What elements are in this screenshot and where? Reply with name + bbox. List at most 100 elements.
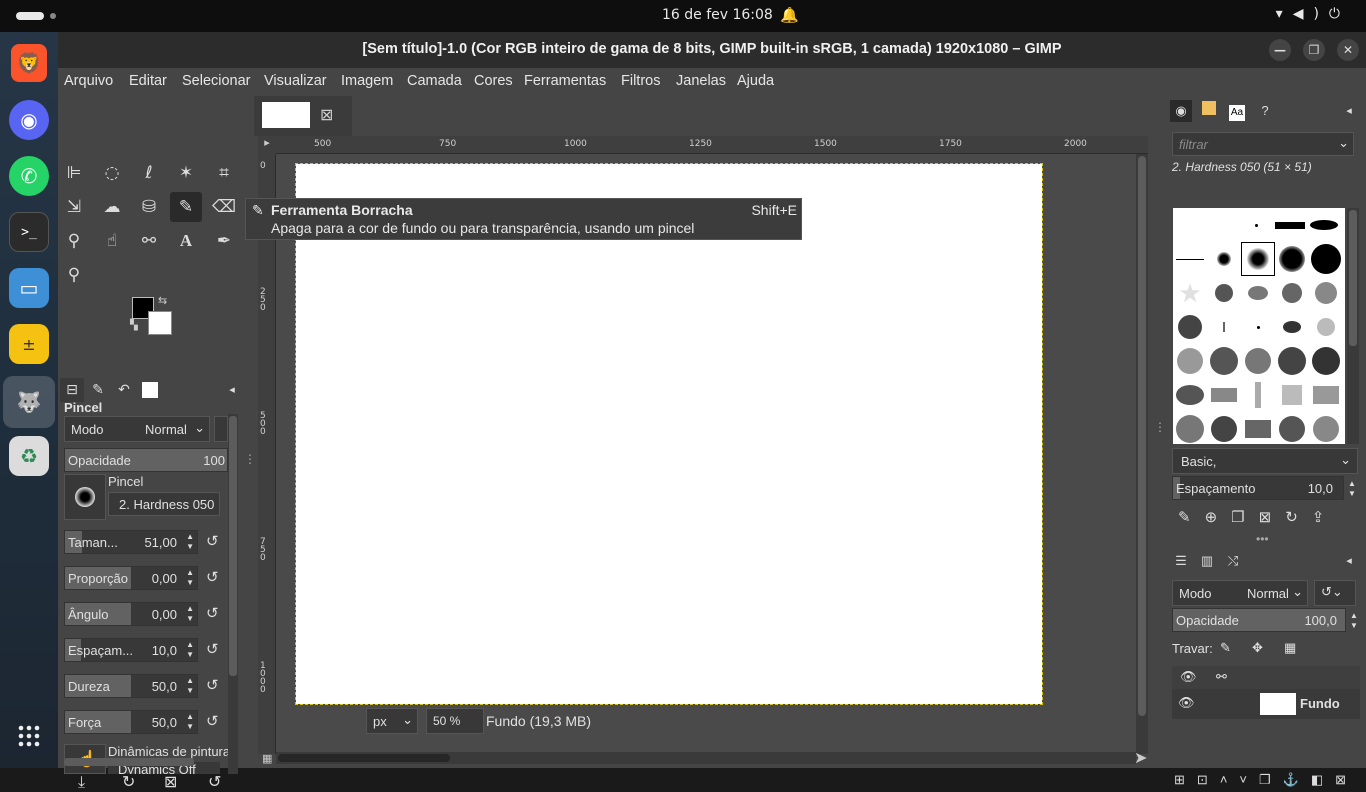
menu-imagem[interactable]: Imagem <box>341 73 393 89</box>
delete-brush-icon[interactable]: ⊠ <box>1259 509 1286 526</box>
horizontal-ruler[interactable]: 500 750 1000 1250 1500 1750 2000 <box>276 136 1148 154</box>
brush-item[interactable] <box>1209 346 1239 376</box>
mode-dropdown[interactable]: Modo Normal ⌄ <box>64 416 210 442</box>
layer-composite-button[interactable]: ↺⌄ <box>1314 580 1356 606</box>
mode-extra-button[interactable] <box>214 416 228 442</box>
brush-item[interactable] <box>1175 380 1205 410</box>
brush-item[interactable] <box>1277 414 1307 444</box>
menu-camada[interactable]: Camada <box>407 73 462 89</box>
brush-filter-input[interactable]: filtrar ⌄ <box>1172 132 1354 156</box>
save-preset-icon[interactable]: ⤓ <box>78 772 85 792</box>
brush-item[interactable] <box>1311 414 1341 444</box>
power-icon[interactable]: ⏻ <box>1329 6 1350 22</box>
brush-item-selected[interactable] <box>1241 242 1275 276</box>
tool-options-scrollbar[interactable] <box>228 414 238 774</box>
brush-item[interactable] <box>1275 210 1305 240</box>
new-group-icon[interactable]: ⊡ <box>1197 772 1220 787</box>
layers-tab-icon[interactable]: ☰ <box>1170 550 1192 572</box>
device-status-tab-icon[interactable]: ✎ <box>86 378 110 402</box>
paintbrush-tool-icon[interactable]: ✎ <box>170 192 202 222</box>
tool-options-hscrollbar[interactable] <box>64 758 194 766</box>
brush-item[interactable] <box>1311 346 1341 376</box>
tool-options-tab-icon[interactable]: ⊟ <box>60 378 84 402</box>
menu-editar[interactable]: Editar <box>129 73 167 89</box>
hardness-reset-icon[interactable]: ↺ <box>206 676 219 694</box>
help-tab-icon[interactable]: ? <box>1254 100 1276 122</box>
brush-item[interactable] <box>1175 414 1205 444</box>
ellipse-select-tool-icon[interactable]: ◌ <box>96 158 128 188</box>
brush-item[interactable] <box>1241 210 1271 240</box>
brush-item[interactable] <box>1277 380 1307 410</box>
force-slider[interactable]: Força 50,0 ▲ ▼ <box>64 710 198 734</box>
zoom-fit-icon[interactable]: ➤ <box>1134 748 1147 767</box>
bucket-fill-tool-icon[interactable]: ⛁ <box>133 192 165 222</box>
activities-indicator[interactable] <box>16 12 44 20</box>
spacing-spin-icon[interactable]: ▲ ▼ <box>186 640 194 660</box>
whatsapp-icon[interactable]: ✆ <box>9 156 49 196</box>
brush-item[interactable] <box>1277 346 1307 376</box>
force-spin-icon[interactable]: ▲ ▼ <box>186 712 194 732</box>
hardness-slider[interactable]: Dureza 50,0 ▲ ▼ <box>64 674 198 698</box>
anchor-layer-icon[interactable]: ⚓ <box>1283 772 1311 787</box>
channels-tab-icon[interactable]: ▥ <box>1196 550 1218 572</box>
new-brush-icon[interactable]: ⊕ <box>1205 509 1232 526</box>
brush-item[interactable] <box>1243 278 1273 308</box>
raise-layer-icon[interactable]: ˄ <box>1220 772 1240 787</box>
reset-options-icon[interactable]: ↺ <box>208 772 221 791</box>
discord-icon[interactable]: ◉ <box>9 100 49 140</box>
warp-tool-icon[interactable]: ☁ <box>96 192 128 222</box>
volume-icon[interactable]: ◀) <box>1293 6 1329 22</box>
quick-mask-toggle-icon[interactable]: ▸ <box>258 136 276 154</box>
configure-tab-icon[interactable]: ◂ <box>1338 100 1360 122</box>
free-select-tool-icon[interactable]: ℓ <box>133 158 165 188</box>
lock-pixels-icon[interactable]: ✎ <box>1220 640 1231 656</box>
brush-grid[interactable]: ★ <box>1173 208 1345 444</box>
left-dock-resize-handle[interactable]: ⋮ <box>244 452 256 466</box>
brush-item[interactable] <box>1277 312 1307 342</box>
brush-item[interactable] <box>1311 380 1341 410</box>
brushes-tab-icon[interactable]: ◉ <box>1170 100 1192 122</box>
size-spin-icon[interactable]: ▲ ▼ <box>186 532 194 552</box>
brush-item[interactable] <box>1311 312 1341 342</box>
brush-item[interactable] <box>1209 312 1239 342</box>
undo-history-tab-icon[interactable]: ↶ <box>112 378 136 402</box>
brush-item[interactable] <box>1175 312 1205 342</box>
layer-opacity-spin-icon[interactable]: ▲ ▼ <box>1350 611 1358 631</box>
terminal-icon[interactable]: >_ <box>9 212 49 252</box>
menu-janelas[interactable]: Janelas <box>676 73 726 89</box>
brush-item[interactable] <box>1243 380 1273 410</box>
paths-tab-icon[interactable]: ⤭ <box>1222 550 1244 572</box>
brush-item[interactable] <box>1277 244 1307 274</box>
configure-tab-icon[interactable]: ◂ <box>220 378 244 402</box>
brush-item[interactable] <box>1243 414 1273 444</box>
clone-tool-icon[interactable]: ⚲ <box>58 226 90 256</box>
menu-filtros[interactable]: Filtros <box>621 73 660 89</box>
brush-name-field[interactable]: 2. Hardness 050 <box>108 492 220 516</box>
images-tab-icon[interactable] <box>138 378 162 402</box>
visibility-eye-icon[interactable]: 👁 <box>1178 695 1195 711</box>
layer-mode-dropdown[interactable]: Modo Normal ⌄ <box>1172 580 1308 606</box>
background-color-swatch[interactable] <box>148 311 172 335</box>
clock[interactable]: 16 de fev 16:08 <box>662 7 773 23</box>
brush-item[interactable] <box>1175 244 1205 274</box>
ratio-reset-icon[interactable]: ↺ <box>206 568 219 586</box>
duplicate-brush-icon[interactable]: ❐ <box>1231 509 1258 526</box>
window-titlebar[interactable]: [Sem título]-1.0 (Cor RGB inteiro de gam… <box>58 32 1366 68</box>
minimize-button[interactable]: — <box>1269 39 1291 61</box>
edit-brush-icon[interactable]: ✎ <box>1178 509 1205 526</box>
canvas-vertical-scrollbar[interactable] <box>1136 154 1148 754</box>
brush-item[interactable] <box>1175 346 1205 376</box>
zoom-tool-icon[interactable]: ⚲ <box>58 260 90 290</box>
unit-dropdown[interactable]: px ⌄ <box>366 708 418 734</box>
text-tool-icon[interactable]: A <box>170 226 202 256</box>
brush-item[interactable] <box>1209 380 1239 410</box>
canvas-horizontal-scrollbar[interactable] <box>276 752 1136 764</box>
lock-alpha-icon[interactable]: ▦ <box>1284 640 1296 656</box>
brush-grid-scrollbar[interactable] <box>1347 208 1359 444</box>
brush-item[interactable] <box>1309 210 1339 240</box>
transform-tool-icon[interactable]: ⇲ <box>58 192 90 222</box>
brush-item[interactable] <box>1209 278 1239 308</box>
force-reset-icon[interactable]: ↺ <box>206 712 219 730</box>
close-button[interactable]: ✕ <box>1337 39 1359 61</box>
alignment-tool-icon[interactable]: ⊫ <box>58 158 90 188</box>
